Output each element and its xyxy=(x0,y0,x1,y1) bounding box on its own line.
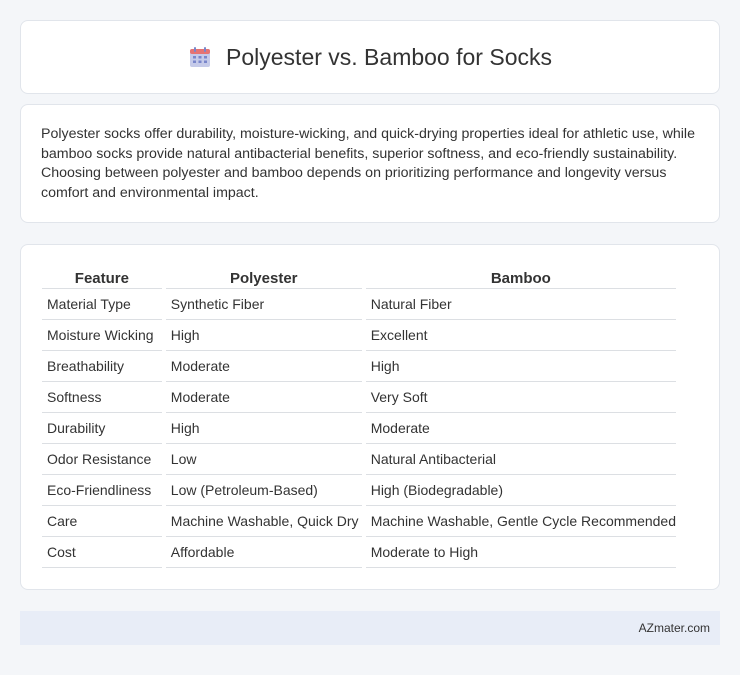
table-row: Moisture Wicking High Excellent xyxy=(42,320,676,351)
cell-polyester: High xyxy=(165,413,362,444)
cell-bamboo: Moderate xyxy=(365,413,676,444)
cell-bamboo: High (Biodegradable) xyxy=(365,475,676,506)
header-bamboo: Bamboo xyxy=(365,265,676,289)
cell-feature: Breathability xyxy=(42,351,162,382)
cell-feature: Material Type xyxy=(42,289,162,320)
table-header-row: Feature Polyester Bamboo xyxy=(42,265,676,289)
cell-polyester: Moderate xyxy=(165,382,362,413)
header-polyester: Polyester xyxy=(165,265,362,289)
cell-polyester: Low xyxy=(165,444,362,475)
cell-feature: Softness xyxy=(42,382,162,413)
cell-polyester: Low (Petroleum-Based) xyxy=(165,475,362,506)
header-feature: Feature xyxy=(42,265,162,289)
page-title: Polyester vs. Bamboo for Socks xyxy=(226,43,552,70)
summary-card: Polyester socks offer durability, moistu… xyxy=(20,104,720,223)
footer: AZmater.com xyxy=(20,611,720,645)
footer-site: AZmater.com xyxy=(638,621,710,635)
cell-bamboo: Excellent xyxy=(365,320,676,351)
table-row: Softness Moderate Very Soft xyxy=(42,382,676,413)
comparison-table: Feature Polyester Bamboo Material Type Sy… xyxy=(38,265,680,568)
cell-bamboo: Machine Washable, Gentle Cycle Recommend… xyxy=(365,506,676,537)
table-row: Material Type Synthetic Fiber Natural Fibe… xyxy=(42,289,676,320)
cell-feature: Cost xyxy=(42,537,162,568)
cell-polyester: High xyxy=(165,320,362,351)
cell-polyester: Affordable xyxy=(165,537,362,568)
calendar-icon xyxy=(188,45,212,69)
cell-feature: Moisture Wicking xyxy=(42,320,162,351)
cell-bamboo: Natural Antibacterial xyxy=(365,444,676,475)
cell-polyester: Moderate xyxy=(165,351,362,382)
cell-feature: Odor Resistance xyxy=(42,444,162,475)
comparison-card: Feature Polyester Bamboo Material Type Sy… xyxy=(20,244,720,590)
table-row: Breathability Moderate High xyxy=(42,351,676,382)
table-row: Odor Resistance Low Natural Antibacterial xyxy=(42,444,676,475)
table-row: Durability High Moderate xyxy=(42,413,676,444)
table-row: Care Machine Washable, Quick Dry Machine W… xyxy=(42,506,676,537)
cell-bamboo: Very Soft xyxy=(365,382,676,413)
cell-feature: Durability xyxy=(42,413,162,444)
summary-text: Polyester socks offer durability, moistu… xyxy=(41,126,695,201)
title-card: Polyester vs. Bamboo for Socks xyxy=(20,20,720,94)
table-row: Eco-Friendliness Low (Petroleum-Based) Hig… xyxy=(42,475,676,506)
cell-feature: Eco-Friendliness xyxy=(42,475,162,506)
cell-feature: Care xyxy=(42,506,162,537)
cell-bamboo: Moderate to High xyxy=(365,537,676,568)
cell-polyester: Synthetic Fiber xyxy=(165,289,362,320)
cell-polyester: Machine Washable, Quick Dry xyxy=(165,506,362,537)
table-row: Cost Affordable Moderate to High xyxy=(42,537,676,568)
cell-bamboo: High xyxy=(365,351,676,382)
cell-bamboo: Natural Fiber xyxy=(365,289,676,320)
